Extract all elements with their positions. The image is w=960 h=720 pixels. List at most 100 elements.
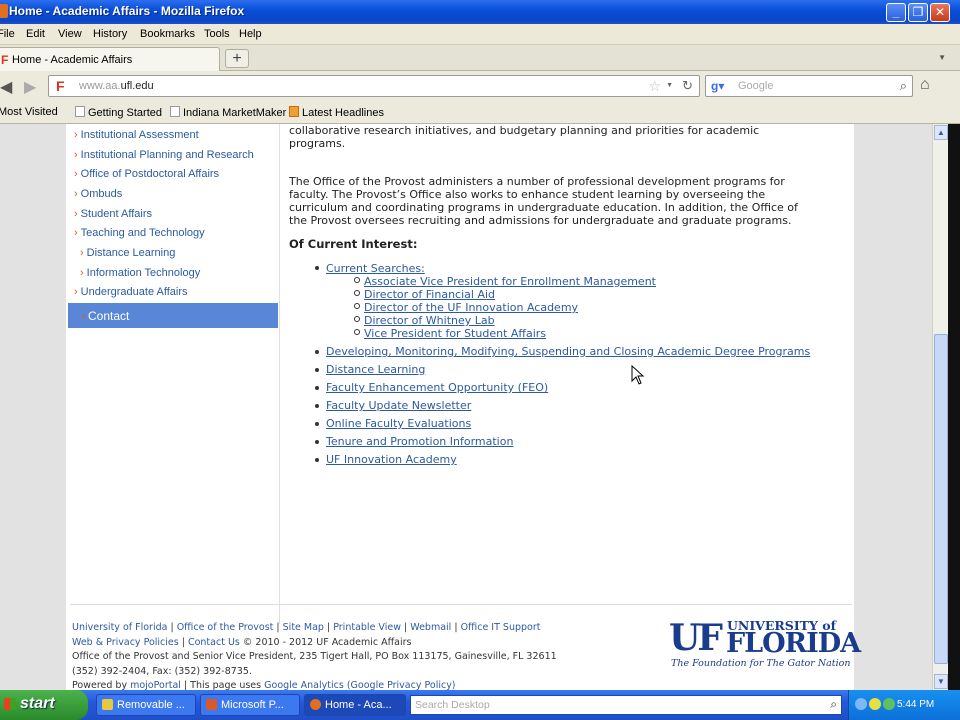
new-tab-button[interactable]: + bbox=[225, 49, 249, 68]
url-bar[interactable]: F www.aa.ufl.edu ☆ ▼ ↻ bbox=[48, 75, 700, 97]
url-dropdown-icon[interactable]: ▼ bbox=[666, 82, 673, 89]
uf-logo-tagline: The Foundation for The Gator Nation bbox=[671, 658, 851, 669]
sidebar-item-contact[interactable]: › Contact bbox=[68, 303, 278, 328]
link-search-innovation-academy[interactable]: Director of the UF Innovation Academy bbox=[364, 301, 578, 314]
desktop-search-input[interactable]: Search Desktop ⌕ bbox=[410, 695, 842, 715]
tray-arrow-icon[interactable] bbox=[855, 698, 867, 710]
link-degree-programs[interactable]: Developing, Monitoring, Modifying, Suspe… bbox=[326, 345, 810, 358]
bookmark-most-visited[interactable]: Most Visited bbox=[0, 106, 58, 118]
menu-edit[interactable]: Edit bbox=[26, 28, 45, 40]
taskbar: start Removable ... Microsoft P... Home … bbox=[0, 690, 960, 720]
start-button[interactable]: start bbox=[0, 690, 88, 720]
menu-tools[interactable]: Tools bbox=[204, 28, 230, 40]
reload-icon[interactable]: ↻ bbox=[682, 78, 693, 94]
bullet bbox=[315, 368, 319, 372]
sidebar-item-distance-learning[interactable]: › Distance Learning bbox=[80, 247, 175, 259]
uf-favicon-icon: F bbox=[1, 53, 9, 67]
system-tray: 5:44 PM bbox=[848, 690, 960, 720]
link-faculty-evaluations[interactable]: Online Faculty Evaluations bbox=[326, 417, 471, 430]
sidebar-item-ombuds[interactable]: › Ombuds bbox=[74, 188, 122, 200]
link-tenure-promotion[interactable]: Tenure and Promotion Information bbox=[326, 435, 513, 448]
link-faculty-newsletter[interactable]: Faculty Update Newsletter bbox=[326, 399, 471, 412]
menu-bar: File Edit View History Bookmarks Tools H… bbox=[0, 24, 960, 45]
uf-favicon-icon: F bbox=[56, 78, 65, 94]
footer-divider bbox=[70, 604, 852, 605]
link-uf-innovation-academy[interactable]: UF Innovation Academy bbox=[326, 453, 457, 466]
firefox-icon bbox=[0, 4, 8, 18]
search-icon[interactable]: ⌕ bbox=[830, 697, 837, 712]
bullet bbox=[315, 440, 319, 444]
uf-logo[interactable]: UF UNIVERSITY of FLORIDA The Foundation … bbox=[669, 615, 861, 675]
bullet bbox=[315, 404, 319, 408]
sidebar-item-student-affairs[interactable]: › Student Affairs bbox=[74, 208, 152, 220]
link-distance-learning[interactable]: Distance Learning bbox=[326, 363, 425, 376]
tab-title: Home - Academic Affairs bbox=[12, 54, 133, 66]
search-box[interactable]: g▾ Google ⌕ bbox=[705, 75, 913, 97]
maximize-button[interactable]: ❐ bbox=[908, 3, 928, 22]
bookmark-star-icon[interactable]: ☆ bbox=[648, 78, 661, 95]
provost-paragraph-line: the Provost oversees recruiting and admi… bbox=[289, 214, 792, 227]
sidebar-item-information-technology[interactable]: › Information Technology bbox=[80, 267, 200, 279]
close-button[interactable]: ✕ bbox=[930, 3, 950, 22]
tray-network-icon[interactable] bbox=[869, 698, 881, 710]
tab-home-academic-affairs[interactable]: F Home - Academic Affairs bbox=[0, 47, 220, 71]
menu-history[interactable]: History bbox=[93, 28, 127, 40]
task-removable[interactable]: Removable ... bbox=[96, 694, 196, 716]
home-icon[interactable]: ⌂ bbox=[920, 76, 930, 94]
sidebar-item-institutional-assessment[interactable]: › Institutional Assessment bbox=[74, 129, 199, 141]
menu-help[interactable]: Help bbox=[239, 28, 262, 40]
rss-icon bbox=[289, 106, 299, 117]
footer-link-provost[interactable]: Office of the Provost bbox=[177, 622, 274, 633]
google-icon[interactable]: g▾ bbox=[711, 79, 724, 93]
scrollbar-thumb[interactable] bbox=[934, 334, 948, 664]
scroll-down-icon[interactable]: ▼ bbox=[934, 674, 948, 689]
forward-arrow-icon[interactable]: ▶ bbox=[24, 77, 36, 97]
provost-paragraph-line: curriculum and coordinating programs in … bbox=[289, 201, 798, 214]
footer-link-contact-us[interactable]: Contact Us bbox=[188, 637, 240, 648]
task-firefox-home[interactable]: Home - Aca... bbox=[304, 694, 406, 716]
tray-security-icon[interactable] bbox=[883, 698, 895, 710]
sidebar-item-teaching-technology[interactable]: › Teaching and Technology bbox=[74, 227, 205, 239]
link-search-financial-aid[interactable]: Director of Financial Aid bbox=[364, 288, 495, 301]
footer-link-google-analytics[interactable]: Google Analytics bbox=[264, 680, 344, 690]
link-search-avp-enrollment[interactable]: Associate Vice President for Enrollment … bbox=[364, 275, 656, 288]
bookmark-indiana-marketmaker[interactable]: Indiana MarketMaker bbox=[170, 106, 286, 119]
sidebar-item-institutional-planning[interactable]: › Institutional Planning and Research bbox=[74, 149, 254, 161]
sidebar-item-postdoctoral-affairs[interactable]: › Office of Postdoctoral Affairs bbox=[74, 168, 219, 180]
back-arrow-icon[interactable]: ◀ bbox=[0, 77, 12, 97]
footer-link-mojoportal[interactable]: mojoPortal bbox=[130, 680, 181, 690]
link-current-searches[interactable]: Current Searches: bbox=[326, 262, 425, 275]
page-body: › Institutional Assessment › Institutional… bbox=[66, 124, 861, 690]
scroll-up-icon[interactable]: ▲ bbox=[934, 125, 948, 140]
current-interest-heading: Of Current Interest: bbox=[289, 237, 418, 251]
menu-bookmarks[interactable]: Bookmarks bbox=[140, 28, 195, 40]
footer-links-row: University of Florida | Office of the Pr… bbox=[72, 622, 541, 633]
search-icon[interactable]: ⌕ bbox=[900, 78, 907, 94]
page-viewport[interactable]: › Institutional Assessment › Institutional… bbox=[0, 124, 932, 690]
link-search-whitney-lab[interactable]: Director of Whitney Lab bbox=[364, 314, 495, 327]
vertical-scrollbar[interactable]: ▲ ▼ bbox=[932, 124, 948, 690]
menu-view[interactable]: View bbox=[58, 28, 82, 40]
search-placeholder: Google bbox=[738, 80, 774, 92]
window-titlebar[interactable]: Home - Academic Affairs - Mozilla Firefo… bbox=[0, 0, 960, 24]
sub-bullet bbox=[354, 329, 360, 335]
bookmark-getting-started[interactable]: Getting Started bbox=[75, 106, 162, 119]
footer-link-printable[interactable]: Printable View bbox=[333, 622, 401, 633]
link-search-vp-student-affairs[interactable]: Vice President for Student Affairs bbox=[364, 327, 546, 340]
footer-link-uf[interactable]: University of Florida bbox=[72, 622, 167, 633]
sidebar-item-undergraduate-affairs[interactable]: › Undergraduate Affairs bbox=[74, 286, 187, 298]
link-feo[interactable]: Faculty Enhancement Opportunity (FEO) bbox=[326, 381, 548, 394]
task-microsoft-powerpoint[interactable]: Microsoft P... bbox=[200, 694, 300, 716]
menu-file[interactable]: File bbox=[0, 28, 15, 40]
footer-link-sitemap[interactable]: Site Map bbox=[283, 622, 324, 633]
footer-link-webmail[interactable]: Webmail bbox=[410, 622, 451, 633]
footer-link-it-support[interactable]: Office IT Support bbox=[461, 622, 541, 633]
minimize-button[interactable]: _ bbox=[886, 3, 906, 22]
provost-paragraph-line: The Office of the Provost administers a … bbox=[289, 175, 785, 188]
folder-icon bbox=[102, 699, 113, 710]
footer-link-web-privacy[interactable]: Web & Privacy Policies bbox=[72, 637, 179, 648]
url-text: www.aa.ufl.edu bbox=[79, 80, 154, 92]
bookmark-latest-headlines[interactable]: Latest Headlines bbox=[289, 106, 384, 119]
tab-list-arrow-icon[interactable]: ▼ bbox=[938, 53, 946, 62]
footer-link-google-privacy[interactable]: (Google Privacy Policy) bbox=[347, 680, 456, 690]
